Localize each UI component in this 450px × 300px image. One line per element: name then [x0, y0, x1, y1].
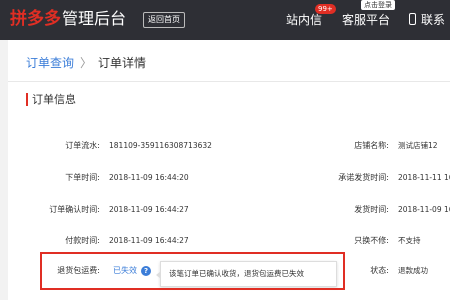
- status-value: 退款成功: [398, 266, 428, 275]
- confirm-time-value: 2018-11-09 16:44:27: [109, 205, 189, 214]
- breadcrumb-current: 订单详情: [98, 56, 147, 70]
- order-time-label: 下单时间:: [65, 173, 100, 182]
- logo-admin-text: 管理后台: [62, 9, 127, 28]
- login-badge[interactable]: 点击登录: [361, 0, 395, 10]
- back-home-button[interactable]: 返回首页: [143, 12, 185, 28]
- site-message-link[interactable]: 站内信: [286, 11, 322, 29]
- top-navigation-bar: 拼多多管理后台 返回首页 站内信 99+ 客服平台 点击登录 联系: [0, 0, 450, 40]
- exchange-only-value: 不支持: [398, 236, 421, 245]
- divider: [8, 81, 450, 82]
- ship-time-value: 2018-11-09 16: [398, 205, 450, 214]
- shop-name-value: 测试店铺12: [398, 141, 438, 150]
- shop-name-label: 店铺名称:: [354, 141, 389, 150]
- logo[interactable]: 拼多多管理后台: [10, 8, 126, 30]
- exchange-only-label: 只换不修:: [354, 236, 389, 245]
- breadcrumb-separator: 〉: [80, 56, 93, 70]
- promised-ship-time-label: 承诺发货时间:: [338, 173, 389, 182]
- confirm-time-label: 订单确认时间:: [49, 205, 100, 214]
- promised-ship-time-value: 2018-11-11 16: [398, 173, 450, 182]
- logo-brand: 拼多多: [10, 9, 61, 29]
- contact-link[interactable]: 联系: [421, 11, 445, 29]
- site-message-badge: 99+: [315, 4, 336, 14]
- order-serial-label: 订单流水:: [65, 141, 100, 150]
- order-time-value: 2018-11-09 16:44:20: [109, 173, 189, 182]
- phone-icon: [409, 13, 416, 25]
- breadcrumb: 订单查询〉订单详情: [26, 55, 146, 71]
- status-label: 状态:: [370, 266, 389, 275]
- section-title: 订单信息: [32, 93, 76, 106]
- section-accent-bar: [26, 93, 28, 106]
- customer-service-link[interactable]: 客服平台: [342, 11, 390, 29]
- payment-time-value: 2018-11-09 16:44:27: [109, 236, 189, 245]
- order-serial-value: 181109-359116308713632: [109, 141, 212, 150]
- ship-time-label: 发货时间:: [354, 205, 389, 214]
- payment-time-label: 付款时间:: [65, 236, 100, 245]
- breadcrumb-order-query[interactable]: 订单查询: [26, 56, 74, 70]
